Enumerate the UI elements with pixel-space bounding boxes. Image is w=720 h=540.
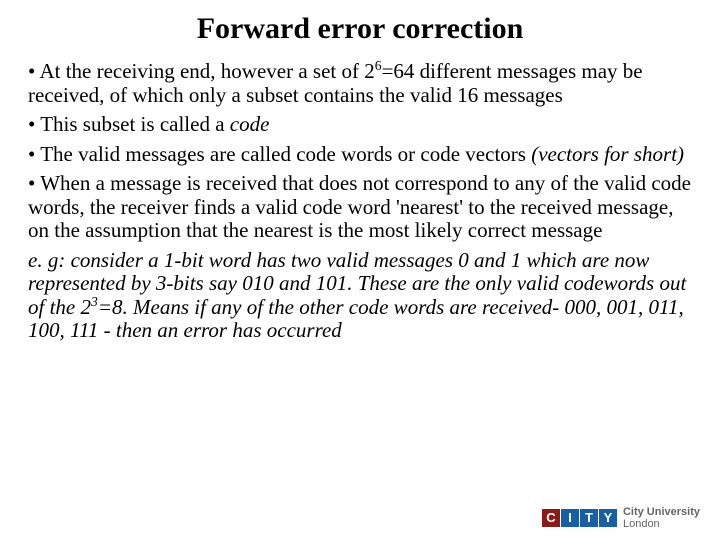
bullet-4: • When a message is received that does n… — [28, 172, 692, 243]
example-text-b: =8. Means if any of the other code words… — [28, 295, 684, 343]
bullet-3-italic: (vectors for short) — [531, 142, 684, 166]
logo-letter-y: Y — [599, 509, 617, 527]
slide-title: Forward error correction — [28, 12, 692, 46]
logo-squares: C I T Y — [542, 509, 617, 527]
bullet-1: • At the receiving end, however a set of… — [28, 60, 692, 107]
bullet-2-italic: code — [230, 112, 270, 136]
logo-letter-t: T — [580, 509, 598, 527]
logo-text-line2: London — [623, 518, 700, 530]
logo-text: City University London — [623, 506, 700, 530]
logo-letter-c: C — [542, 509, 560, 527]
bullet-2-text: • This subset is called a — [28, 112, 230, 136]
logo-text-line1: City University — [623, 506, 700, 518]
bullet-2: • This subset is called a code — [28, 113, 692, 137]
slide: Forward error correction • At the receiv… — [0, 0, 720, 540]
example-sup: 3 — [91, 294, 98, 309]
bullet-3-text: • The valid messages are called code wor… — [28, 142, 531, 166]
city-university-logo: C I T Y City University London — [542, 506, 700, 530]
bullet-3: • The valid messages are called code wor… — [28, 143, 692, 167]
logo-letter-i: I — [561, 509, 579, 527]
bullet-1-sup: 6 — [375, 58, 382, 73]
example-text: e. g: consider a 1-bit word has two vali… — [28, 249, 692, 343]
bullet-1-text-a: • At the receiving end, however a set of… — [28, 59, 375, 83]
